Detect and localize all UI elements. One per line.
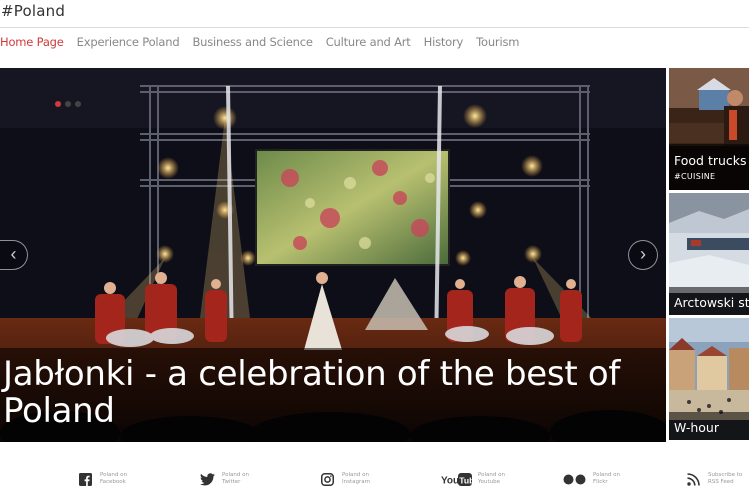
instagram-label-line2: Instagram [342,479,370,485]
slide-indicators [55,101,81,107]
twitter-label-line1: Poland on [222,472,249,478]
site-title[interactable]: #Poland [1,2,65,20]
twitter-icon [198,470,216,488]
facebook-label-line2: Facebook [100,479,126,485]
svg-text:You: You [441,475,459,486]
slide-dot-2[interactable] [65,101,71,107]
hero-slider[interactable]: ‹ › Jabłonki - a celebration of the best… [0,68,666,442]
side-teaser-food-trucks[interactable]: Food trucks i #CUISINE [669,68,749,190]
footer-social-bar: Poland on Facebook Poland on Twitter Polan… [0,460,749,499]
social-link-instagram[interactable]: Poland on Instagram [318,470,370,488]
nav-item-culture-and-art[interactable]: Culture and Art [326,35,411,51]
rss-label-line1: Subscribe to [708,472,743,478]
social-link-youtube[interactable]: YouTube Poland onYoutube [440,470,505,488]
side-teaser-w-hour[interactable]: W-hour [669,318,749,440]
main-nav: Home Page Experience Poland Business and… [0,35,532,51]
nav-item-business-and-science[interactable]: Business and Science [192,35,312,51]
social-link-flickr[interactable]: Poland on Flickr [563,470,620,488]
youtube-label-line1: Poland on [478,472,505,478]
hero-title[interactable]: Jabłonki - a celebration of the best of … [3,356,643,430]
rss-label-line2: RSS Feed [708,479,734,485]
flickr-label-line2: Flickr [593,479,608,485]
rss-icon [684,470,702,488]
social-link-rss[interactable]: Subscribe to RSS Feed [684,470,742,488]
slide-dot-1[interactable] [55,101,61,107]
side-title-w-hour[interactable]: W-hour [674,420,719,435]
facebook-label-line1: Poland on [100,472,127,478]
side-tag-cuisine[interactable]: #CUISINE [674,172,715,181]
next-slide-button[interactable]: › [628,240,658,270]
side-teaser-arctowski[interactable]: Arctowski sta [669,193,749,315]
youtube-label-line2: Youtube [478,479,500,485]
header-bar: #Poland [0,0,749,28]
slide-dot-3[interactable] [75,101,81,107]
twitter-label-line2: Twitter [222,479,241,485]
side-title-arctowski[interactable]: Arctowski sta [674,295,749,310]
nav-item-experience-poland[interactable]: Experience Poland [77,35,180,51]
instagram-label-line1: Poland on [342,472,369,478]
nav-item-home-page[interactable]: Home Page [0,35,64,51]
flickr-label-line1: Poland on [593,472,620,478]
flickr-icon [563,470,587,488]
svg-text:Tube: Tube [459,475,472,485]
side-title-food-trucks[interactable]: Food trucks i [674,153,749,168]
nav-item-tourism[interactable]: Tourism [476,35,519,51]
hero-caption: Jabłonki - a celebration of the best of … [0,348,666,442]
nav-item-history[interactable]: History [424,35,464,51]
social-link-twitter[interactable]: Poland on Twitter [198,470,249,488]
facebook-icon [76,470,94,488]
youtube-icon: YouTube [440,470,472,488]
social-link-facebook[interactable]: Poland on Facebook [76,470,127,488]
instagram-icon [318,470,336,488]
